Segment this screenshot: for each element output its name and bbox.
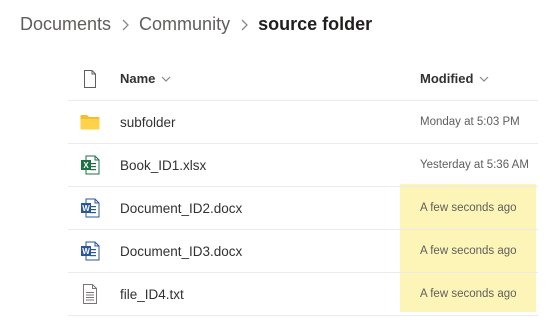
file-modified: Yesterday at 5:36 AM	[420, 159, 529, 171]
list-item[interactable]: X Book_ID1.xlsx Yesterday at 5:36 AM	[68, 144, 538, 187]
svg-text:X: X	[83, 161, 89, 170]
column-header-name[interactable]: Name	[120, 57, 171, 100]
excel-file-icon: X	[78, 144, 102, 186]
svg-text:W: W	[82, 204, 90, 213]
file-list: Name Modified subfolder Monday at 5:03 P…	[68, 57, 538, 316]
column-header-modified-label: Modified	[420, 71, 474, 86]
word-file-icon: W	[78, 230, 102, 272]
list-item[interactable]: W Document_ID3.docx A few seconds ago	[68, 230, 538, 273]
file-type-column-icon[interactable]	[78, 57, 102, 100]
list-item[interactable]: W Document_ID2.docx A few seconds ago	[68, 187, 538, 230]
file-modified: Monday at 5:03 PM	[420, 116, 520, 128]
list-item[interactable]: subfolder Monday at 5:03 PM	[68, 101, 538, 144]
list-item[interactable]: file_ID4.txt A few seconds ago	[68, 273, 538, 316]
file-name[interactable]: file_ID4.txt	[120, 273, 184, 315]
file-modified: A few seconds ago	[420, 245, 517, 257]
list-header: Name Modified	[68, 57, 538, 101]
file-modified: A few seconds ago	[420, 288, 517, 300]
chevron-down-icon	[161, 71, 171, 86]
file-name[interactable]: Document_ID3.docx	[120, 230, 242, 272]
breadcrumb-item-documents[interactable]: Documents	[20, 14, 111, 35]
file-modified: A few seconds ago	[420, 202, 517, 214]
svg-text:W: W	[82, 247, 90, 256]
breadcrumb-current-folder: source folder	[258, 13, 373, 34]
breadcrumb: Documents Community source folder	[20, 10, 372, 38]
word-file-icon: W	[78, 187, 102, 229]
column-header-name-label: Name	[120, 71, 156, 86]
chevron-down-icon	[479, 71, 489, 86]
chevron-right-icon	[230, 14, 258, 35]
breadcrumb-item-community[interactable]: Community	[139, 14, 230, 35]
text-file-icon	[78, 273, 102, 315]
file-name[interactable]: subfolder	[120, 101, 176, 143]
chevron-right-icon	[111, 14, 139, 35]
folder-icon	[78, 101, 102, 143]
column-header-modified[interactable]: Modified	[420, 57, 489, 100]
file-name[interactable]: Document_ID2.docx	[120, 187, 242, 229]
file-name[interactable]: Book_ID1.xlsx	[120, 144, 206, 186]
